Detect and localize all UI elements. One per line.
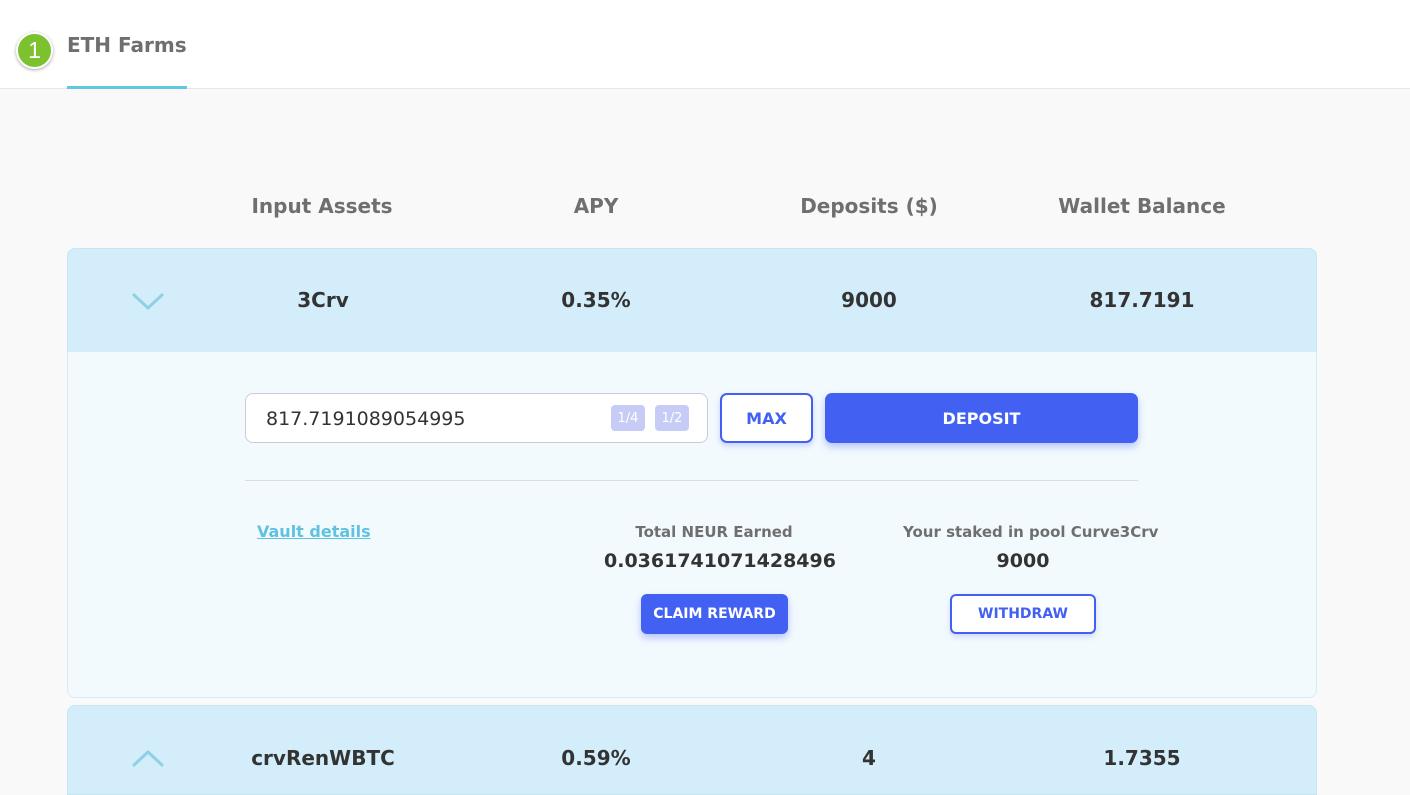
earned-label: Total NEUR Earned bbox=[635, 523, 793, 541]
vault-details-link[interactable]: Vault details bbox=[257, 522, 371, 541]
top-bar: ETH Farms bbox=[0, 0, 1410, 89]
deposit-button[interactable]: DEPOSIT bbox=[825, 393, 1138, 443]
row-wallet-balance: 1.7355 bbox=[1103, 746, 1181, 770]
row-deposits: 4 bbox=[862, 746, 876, 770]
column-header-apy: APY bbox=[573, 194, 619, 218]
claim-reward-button[interactable]: CLAIM REWARD bbox=[641, 594, 788, 634]
step-marker-1: 1 bbox=[16, 32, 53, 69]
row-wallet-balance: 817.7191 bbox=[1089, 288, 1195, 312]
chevron-up-icon[interactable] bbox=[130, 747, 166, 771]
half-button[interactable]: 1/2 bbox=[655, 405, 689, 431]
column-header-deposits: Deposits ($) bbox=[800, 194, 938, 218]
row-asset-name: 3Crv bbox=[297, 288, 349, 312]
tab-eth-farms[interactable]: ETH Farms bbox=[67, 0, 187, 89]
staked-value: 9000 bbox=[996, 550, 1050, 572]
row-apy: 0.59% bbox=[561, 746, 631, 770]
row-apy: 0.35% bbox=[561, 288, 631, 312]
amount-input[interactable] bbox=[266, 405, 596, 433]
max-button[interactable]: MAX bbox=[720, 393, 813, 443]
divider bbox=[245, 480, 1138, 481]
column-header-wallet-balance: Wallet Balance bbox=[1058, 194, 1226, 218]
tab-eth-farms-label: ETH Farms bbox=[67, 32, 187, 57]
chevron-down-icon[interactable] bbox=[130, 289, 166, 313]
earned-value: 0.0361741071428496 bbox=[604, 550, 836, 572]
row-asset-name: crvRenWBTC bbox=[251, 746, 395, 770]
quarter-button[interactable]: 1/4 bbox=[611, 405, 645, 431]
column-header-input-assets: Input Assets bbox=[251, 194, 393, 218]
withdraw-button[interactable]: WITHDRAW bbox=[950, 594, 1096, 634]
amount-field[interactable]: 1/4 1/2 bbox=[245, 393, 708, 443]
staked-label: Your staked in pool Curve3Crv bbox=[903, 523, 1159, 541]
row-deposits: 9000 bbox=[841, 288, 897, 312]
